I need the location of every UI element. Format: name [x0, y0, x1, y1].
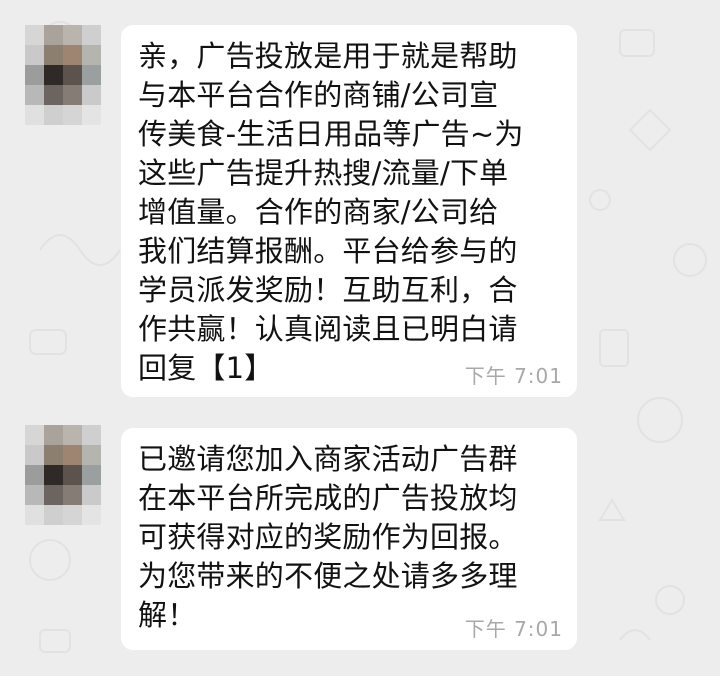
- avatar[interactable]: [25, 25, 101, 125]
- message-text: 亲，广告投放是用于就是帮助 与本平台合作的商铺/公司宣 传美食-生活日用品等广告…: [138, 37, 563, 388]
- avatar[interactable]: [25, 425, 101, 525]
- message-timestamp: 下午 7:01: [464, 364, 563, 388]
- message-line: 我们结算报酬。平台给参与的: [138, 234, 518, 268]
- message-line: 为您带来的不便之处请多多理: [138, 559, 518, 593]
- message-line: 与本平台合作的商铺/公司宣: [138, 78, 499, 112]
- message-line: 传美食-生活日用品等广告~为: [138, 117, 524, 151]
- message-line: 学员派发奖励！互助互利，合: [138, 273, 518, 307]
- message-line: 亲，广告投放是用于就是帮助: [138, 39, 518, 73]
- message-line: 在本平台所完成的广告投放均: [138, 481, 518, 515]
- message-timestamp: 下午 7:01: [464, 617, 563, 641]
- message-line: 这些广告提升热搜/流量/下单: [138, 156, 509, 190]
- message-text: 已邀请您加入商家活动广告群 在本平台所完成的广告投放均 可获得对应的奖励作为回报…: [138, 440, 563, 635]
- message-bubble[interactable]: 亲，广告投放是用于就是帮助 与本平台合作的商铺/公司宣 传美食-生活日用品等广告…: [121, 25, 577, 397]
- message-bubble[interactable]: 已邀请您加入商家活动广告群 在本平台所完成的广告投放均 可获得对应的奖励作为回报…: [121, 428, 577, 650]
- message-line: 作共赢！认真阅读且已明白请: [138, 312, 518, 346]
- message-line: 已邀请您加入商家活动广告群: [138, 442, 518, 476]
- message-line: 增值量。合作的商家/公司给: [138, 195, 499, 229]
- message-line: 可获得对应的奖励作为回报。: [138, 520, 518, 554]
